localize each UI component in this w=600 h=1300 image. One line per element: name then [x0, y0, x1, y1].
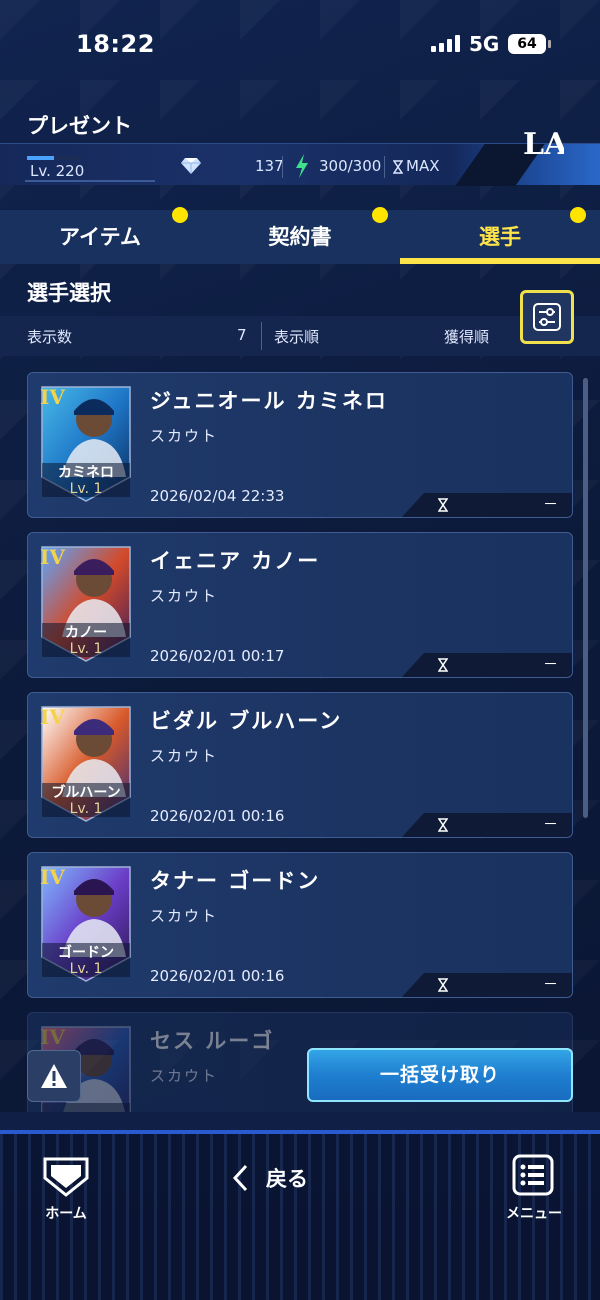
report-button[interactable]	[27, 1050, 81, 1102]
menu-icon[interactable]	[512, 1154, 554, 1196]
page-title: プレゼント	[27, 114, 132, 138]
tab-label: アイテム	[59, 225, 141, 249]
team-logo: LA	[523, 127, 564, 162]
tab-bar: アイテム 契約書 選手	[0, 207, 600, 264]
portrait-name: ゴードン	[58, 945, 114, 961]
sort-label: 表示順	[274, 328, 320, 346]
player-level: Lv. 1	[69, 641, 103, 657]
grade-badge: IV	[40, 1025, 65, 1049]
player-name: セス ルーゴ	[150, 1029, 275, 1053]
status-bar: 18:22 5G 64	[0, 0, 600, 90]
expire-value: －	[542, 975, 558, 993]
level-progress-bar	[27, 156, 81, 160]
hourglass-icon	[393, 160, 403, 174]
hourglass-icon	[438, 658, 448, 672]
portrait-name: カノー	[65, 625, 107, 641]
acquire-source: スカウト	[150, 587, 219, 605]
notification-badge	[372, 207, 388, 223]
tab-players[interactable]: 選手	[400, 207, 600, 264]
back-button[interactable]: 戻る	[232, 1162, 308, 1194]
home-plate-icon	[43, 1157, 89, 1197]
hourglass-icon	[438, 978, 448, 992]
diamond-icon	[181, 158, 201, 174]
hourglass-icon	[438, 498, 448, 512]
player-name: ジュニオール カミネロ	[150, 389, 388, 413]
filter-button[interactable]	[520, 290, 574, 344]
expire-value: －	[542, 655, 558, 673]
acquire-source: スカウト	[150, 427, 219, 445]
player-card[interactable]: IV ブルハーン Lv. 1 ビダル ブルハーン スカウト 2026/02/01…	[27, 692, 573, 838]
section-title: 選手選択	[27, 281, 111, 305]
player-level: Lv. 1	[69, 961, 103, 977]
chevron-left-icon	[232, 1164, 248, 1192]
player-card[interactable]: IV ゴードン Lv. 1 タナー ゴードン スカウト 2026/02/01 0…	[27, 852, 573, 998]
grade-badge: IV	[40, 865, 65, 889]
player-card[interactable]: IV カノー Lv. 1 イェニア カノー スカウト 2026/02/01 00…	[27, 532, 573, 678]
gem-count: 137	[255, 157, 284, 175]
warning-icon	[41, 1064, 67, 1088]
stamina-status: MAX	[406, 157, 440, 175]
acquire-source: スカウト	[150, 1067, 219, 1085]
player-name: ビダル ブルハーン	[150, 709, 343, 733]
bulk-receive-button[interactable]: 一括受け取り	[307, 1048, 573, 1102]
expire-value: －	[542, 815, 558, 833]
count-label: 表示数	[27, 328, 73, 346]
home-label: ホーム	[45, 1206, 87, 1222]
acquire-source: スカウト	[150, 747, 219, 765]
player-list: IV カミネロ Lv. 1 ジュニオール カミネロ スカウト 2026/02/0…	[27, 372, 574, 1112]
filter-sliders-icon	[533, 303, 561, 331]
received-date: 2026/02/01 00:16	[150, 807, 285, 825]
acquire-source: スカウト	[150, 907, 219, 925]
divider	[282, 156, 283, 178]
grade-badge: IV	[40, 385, 65, 409]
level-label: Lv. 220	[30, 162, 85, 180]
network-type: 5G	[469, 32, 500, 56]
portrait-name: カミネロ	[58, 465, 114, 481]
stamina-value: 300/300	[319, 157, 382, 175]
back-label: 戻る	[266, 1167, 308, 1191]
clock: 18:22	[76, 30, 155, 58]
player-card[interactable]: IV カミネロ Lv. 1 ジュニオール カミネロ スカウト 2026/02/0…	[27, 372, 573, 518]
portrait-name: ブルハーン	[51, 785, 121, 801]
player-name: タナー ゴードン	[150, 869, 321, 893]
count-value: 7	[237, 326, 247, 344]
player-level: Lv. 1	[69, 801, 103, 817]
hourglass-icon	[438, 818, 448, 832]
divider	[261, 322, 262, 350]
signal-icon	[431, 34, 460, 52]
home-button[interactable]	[42, 1156, 90, 1202]
grade-badge: IV	[40, 705, 65, 729]
grade-badge: IV	[40, 545, 65, 569]
battery-icon: 64	[508, 34, 551, 54]
divider	[384, 156, 385, 178]
notification-badge	[570, 207, 586, 223]
svg-text:LA: LA	[523, 127, 564, 162]
list-info-row: 表示数 7 表示順 獲得順	[0, 316, 600, 356]
lightning-icon	[296, 154, 308, 178]
tab-contracts[interactable]: 契約書	[200, 207, 400, 264]
tab-label: 選手	[479, 225, 521, 249]
sort-value: 獲得順	[444, 328, 490, 346]
received-date: 2026/02/01 00:16	[150, 967, 285, 985]
received-date: 2026/02/01 00:17	[150, 647, 285, 665]
player-level: Lv. 1	[69, 481, 103, 497]
divider	[0, 1112, 600, 1130]
menu-label: メニュー	[506, 1206, 562, 1222]
scrollbar[interactable]	[583, 378, 588, 818]
notification-badge	[172, 207, 188, 223]
player-name: イェニア カノー	[150, 549, 321, 573]
tab-items[interactable]: アイテム	[0, 207, 200, 264]
received-date: 2026/02/04 22:33	[150, 487, 285, 505]
expire-value: －	[542, 495, 558, 513]
tab-label: 契約書	[268, 225, 332, 249]
